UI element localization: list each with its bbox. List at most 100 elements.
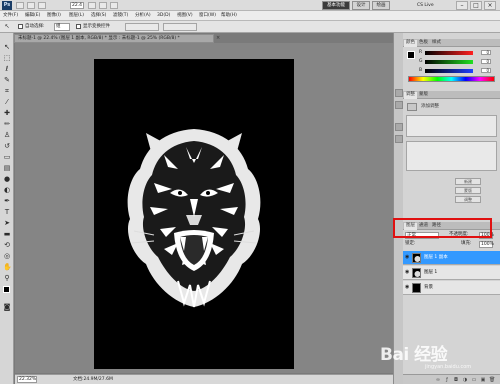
menu-layer[interactable]: 图层(L)	[69, 13, 84, 19]
layer-name[interactable]: 背景	[424, 285, 433, 291]
maximize-icon[interactable]: □	[470, 1, 482, 10]
workspace-design-button[interactable]: 设计	[352, 1, 370, 10]
tab-swatches[interactable]: 色板	[417, 40, 430, 47]
menu-view[interactable]: 视图(V)	[177, 13, 193, 19]
move-tool-icon[interactable]: ↖	[3, 43, 11, 51]
blur-tool-icon[interactable]: ●	[3, 175, 11, 183]
visibility-eye-icon[interactable]: ◉	[405, 285, 410, 290]
3d-rotate-tool-icon[interactable]: ⟲	[3, 241, 11, 249]
rectangle-tool-icon[interactable]: ▬	[3, 230, 11, 238]
adjust-apply-button[interactable]: 调整	[455, 196, 481, 203]
layer-name[interactable]: 图层 1	[424, 270, 437, 276]
eraser-tool-icon[interactable]: ▭	[3, 153, 11, 161]
adjustment-icons-grid[interactable]	[406, 115, 497, 137]
red-value[interactable]: 0	[481, 50, 491, 55]
arrange-documents-button[interactable]	[110, 2, 118, 9]
new-layer-icon[interactable]: ▣	[480, 377, 486, 383]
dodge-tool-icon[interactable]: ◐	[3, 186, 11, 194]
visibility-eye-icon[interactable]: ◉	[405, 270, 410, 275]
gradient-tool-icon[interactable]: ▤	[3, 164, 11, 172]
adjust-new-button[interactable]: 新建	[455, 178, 481, 185]
fill-field[interactable]: 100%	[479, 241, 494, 248]
blend-mode-dropdown[interactable]: 正常	[405, 232, 439, 239]
quick-mask-icon[interactable]: ◙	[3, 303, 11, 311]
trash-icon[interactable]: 🗑	[489, 377, 495, 383]
adjustment-preset-icon[interactable]	[407, 103, 417, 111]
canvas[interactable]	[94, 59, 294, 369]
layer-name[interactable]: 图层 1 副本	[424, 255, 448, 261]
quick-select-tool-icon[interactable]: ✎	[3, 76, 11, 84]
3d-orbit-tool-icon[interactable]: ◎	[3, 252, 11, 260]
zoom-icon[interactable]	[99, 2, 107, 9]
marquee-tool-icon[interactable]: ⬚	[3, 54, 11, 62]
align-buttons[interactable]	[125, 23, 159, 31]
menu-help[interactable]: 帮助(H)	[221, 13, 237, 19]
green-value[interactable]: 0	[481, 59, 491, 64]
clone-stamp-tool-icon[interactable]: ♙	[3, 131, 11, 139]
bridge-button[interactable]	[16, 2, 24, 9]
link-layers-icon[interactable]: ∞	[435, 377, 441, 383]
history-panel-icon[interactable]	[395, 89, 403, 97]
zoom-tool-icon[interactable]: ⚲	[3, 274, 11, 282]
healing-brush-tool-icon[interactable]: ✚	[3, 109, 11, 117]
foreground-color-swatch[interactable]	[3, 286, 10, 293]
history-brush-tool-icon[interactable]: ↺	[3, 142, 11, 150]
hand-tool-icon[interactable]: ✋	[3, 263, 12, 271]
workspace-painting-button[interactable]: 绘画	[372, 1, 390, 10]
mini-bridge-button[interactable]	[27, 2, 35, 9]
type-tool-icon[interactable]: T	[3, 208, 11, 216]
menu-3d[interactable]: 3D(D)	[157, 13, 170, 19]
layer-row-tiger-copy[interactable]: ◉ 图层 1 副本	[403, 251, 500, 265]
adjustment-layer-icon[interactable]: ◑	[462, 377, 468, 383]
close-icon[interactable]: ×	[484, 1, 496, 10]
layer-row-background[interactable]: ◉ 背景	[403, 281, 500, 295]
tab-styles[interactable]: 样式	[430, 40, 443, 47]
hand-icon[interactable]	[88, 2, 96, 9]
move-tool-preset-icon[interactable]: ↖	[3, 23, 11, 31]
view-extras-button[interactable]	[38, 2, 46, 9]
menu-image[interactable]: 图像(I)	[47, 13, 61, 19]
add-mask-icon[interactable]: ◘	[453, 377, 459, 383]
new-group-icon[interactable]: ▭	[471, 377, 477, 383]
menu-window[interactable]: 窗口(W)	[199, 13, 216, 19]
cs-live-button[interactable]: CS Live	[417, 1, 443, 10]
auto-select-checkbox[interactable]	[18, 24, 23, 29]
tab-adjustments[interactable]: 调整	[404, 92, 417, 99]
auto-select-dropdown[interactable]: 组	[54, 23, 70, 31]
menu-file[interactable]: 文件(F)	[3, 13, 18, 19]
show-transform-checkbox[interactable]	[76, 24, 81, 29]
opacity-field[interactable]: 100%	[479, 232, 494, 239]
green-slider[interactable]	[425, 60, 473, 64]
lasso-tool-icon[interactable]: ℓ	[3, 65, 11, 73]
adjust-mask-button[interactable]: 蒙版	[455, 187, 481, 194]
app-zoom-field[interactable]: 22.4	[70, 2, 84, 9]
tab-paths[interactable]: 路径	[430, 223, 443, 230]
menu-select[interactable]: 选择(S)	[91, 13, 106, 19]
menu-analysis[interactable]: 分析(A)	[135, 13, 151, 19]
brush-tool-icon[interactable]: ✏	[3, 120, 11, 128]
panel-foreground-swatch[interactable]	[407, 51, 415, 59]
path-selection-tool-icon[interactable]: ➤	[3, 219, 11, 227]
tab-color[interactable]: 颜色	[404, 40, 417, 47]
blue-slider[interactable]	[425, 69, 473, 73]
menu-edit[interactable]: 编辑(E)	[25, 13, 40, 19]
distribute-buttons[interactable]	[163, 23, 197, 31]
paragraph-panel-icon[interactable]	[395, 135, 403, 143]
blue-value[interactable]: 0	[481, 68, 491, 73]
actions-panel-icon[interactable]	[395, 101, 403, 109]
tab-channels[interactable]: 通道	[417, 223, 430, 230]
minimize-icon[interactable]: –	[456, 1, 468, 10]
layer-row-tiger[interactable]: ◉ 图层 1	[403, 266, 500, 280]
layer-style-icon[interactable]: ƒ	[444, 377, 450, 383]
workspace-essentials-button[interactable]: 基本功能	[322, 1, 350, 10]
visibility-eye-icon[interactable]: ◉	[405, 255, 410, 260]
color-spectrum-bar[interactable]	[408, 76, 495, 82]
character-panel-icon[interactable]	[395, 123, 403, 131]
tab-layers[interactable]: 图层	[404, 223, 417, 230]
adjustment-presets-list[interactable]	[406, 141, 497, 171]
close-document-icon[interactable]: ×	[216, 35, 220, 41]
menu-filter[interactable]: 滤镜(T)	[113, 13, 128, 19]
eyedropper-tool-icon[interactable]: ⁄	[3, 98, 11, 106]
tab-masks[interactable]: 蒙版	[417, 92, 430, 99]
red-slider[interactable]	[425, 51, 473, 55]
